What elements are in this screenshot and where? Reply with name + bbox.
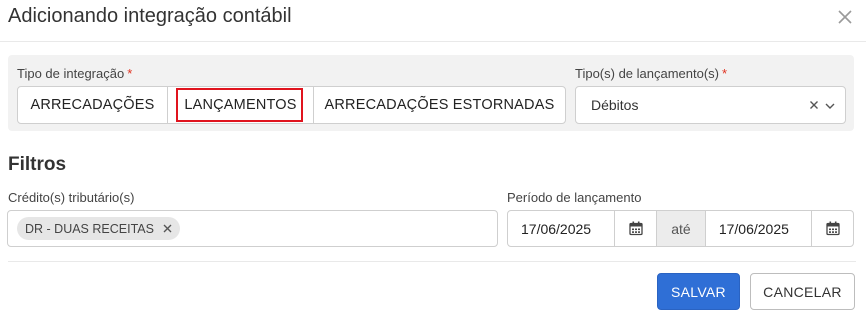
modal-title: Adicionando integração contábil [8, 5, 292, 27]
cancel-button[interactable]: CANCELAR [750, 273, 855, 310]
footer-divider [8, 261, 856, 262]
chevron-down-icon[interactable] [824, 100, 836, 112]
filters-title: Filtros [8, 154, 67, 175]
period-separator: até [656, 211, 706, 246]
save-button[interactable]: SALVAR [657, 273, 740, 310]
calendar-icon [825, 221, 840, 236]
clear-icon[interactable] [808, 99, 820, 111]
credits-multiselect[interactable]: DR - DUAS RECEITAS [7, 210, 498, 247]
entry-types-select[interactable]: Débitos [575, 86, 846, 124]
entry-types-value: Débitos [591, 97, 639, 113]
option-arrecadacoes[interactable]: ARRECADAÇÕES [18, 87, 168, 123]
end-date-calendar-button[interactable] [811, 211, 853, 246]
option-arrecadacoes-estornadas[interactable]: ARRECADAÇÕES ESTORNADAS [314, 87, 565, 123]
start-date-input[interactable]: 17/06/2025 [508, 211, 614, 246]
required-marker: * [722, 66, 728, 81]
option-lancamentos-label: LANÇAMENTOS [184, 97, 297, 113]
credits-label: Crédito(s) tributário(s) [8, 190, 135, 205]
start-date-calendar-button[interactable] [614, 211, 656, 246]
close-icon [838, 10, 852, 24]
end-date-input[interactable]: 17/06/2025 [706, 211, 811, 246]
integration-type-selector: ARRECADAÇÕES LANÇAMENTOS ARRECADAÇÕES ES… [17, 86, 566, 124]
calendar-icon [629, 221, 643, 236]
period-label: Período de lançamento [507, 190, 642, 205]
credit-tag: DR - DUAS RECEITAS [17, 217, 180, 240]
period-range: 17/06/2025 até 17/06/2025 [507, 210, 854, 247]
entry-types-label: Tipo(s) de lançamento(s) * [575, 66, 728, 81]
integration-type-label: Tipo de integração * [17, 66, 133, 81]
close-button[interactable] [834, 6, 856, 28]
modal-header: Adicionando integração contábil [0, 0, 866, 42]
remove-tag-icon[interactable] [162, 223, 173, 234]
option-lancamentos[interactable]: LANÇAMENTOS [168, 87, 314, 123]
credit-tag-label: DR - DUAS RECEITAS [25, 221, 154, 236]
required-marker: * [127, 66, 133, 81]
